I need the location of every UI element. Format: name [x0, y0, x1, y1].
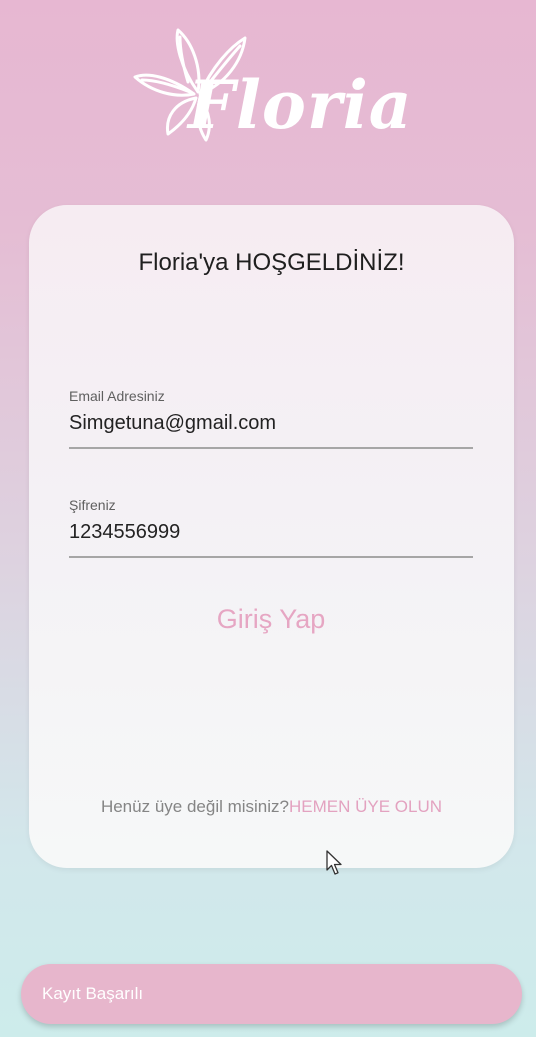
email-underline — [69, 447, 473, 449]
toast-message: Kayıt Başarılı — [42, 984, 144, 1003]
password-input[interactable]: 1234556999 — [69, 521, 473, 545]
mouse-cursor-icon — [326, 850, 342, 875]
password-field[interactable]: Şifreniz 1234556999 — [69, 497, 473, 558]
login-card: Floria'ya HOŞGELDİNİZ! Email Adresiniz S… — [29, 205, 514, 868]
password-label: Şifreniz — [69, 497, 116, 513]
email-label: Email Adresiniz — [69, 388, 165, 404]
logo-text: Floria — [188, 66, 413, 144]
email-input[interactable]: Simgetuna@gmail.com — [69, 412, 473, 436]
app-logo: Floria — [130, 22, 415, 152]
password-underline — [69, 556, 473, 558]
login-button[interactable]: Giriş Yap — [171, 597, 371, 641]
success-toast: Kayıt Başarılı — [21, 964, 522, 1024]
email-field[interactable]: Email Adresiniz Simgetuna@gmail.com — [69, 388, 473, 449]
welcome-title: Floria'ya HOŞGELDİNİZ! — [138, 249, 405, 276]
signup-prompt: Henüz üye değil misiniz?HEMEN ÜYE OLUN — [29, 797, 514, 817]
signup-question: Henüz üye değil misiniz? — [100, 797, 289, 816]
signup-link[interactable]: HEMEN ÜYE OLUN — [289, 797, 442, 816]
